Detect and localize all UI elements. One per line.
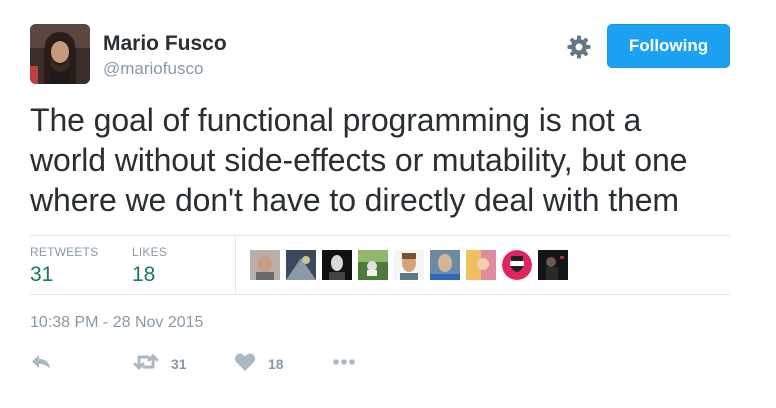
- likes-count: 18: [132, 263, 156, 286]
- author-name[interactable]: Mario Fusco: [103, 32, 227, 56]
- retweet-button[interactable]: 31: [133, 352, 187, 376]
- tweet-text-line: where we don't have to directly deal wit…: [30, 182, 679, 218]
- more-icon: [332, 352, 356, 377]
- heart-icon: [234, 352, 256, 377]
- retweets-stat[interactable]: RETWEETS 31: [30, 245, 98, 287]
- liker-avatar[interactable]: [430, 250, 460, 280]
- tweet-text-line: The goal of functional programming is no…: [30, 102, 642, 138]
- liker-avatar[interactable]: [538, 250, 568, 280]
- liker-avatar[interactable]: [502, 250, 532, 280]
- reply-button[interactable]: [30, 352, 52, 376]
- liker-avatar[interactable]: [394, 250, 424, 280]
- retweets-count: 31: [30, 263, 54, 286]
- likes-label: LIKES: [132, 245, 168, 259]
- retweet-icon: [133, 352, 159, 377]
- likes-stat[interactable]: LIKES 18: [132, 245, 167, 287]
- author-handle[interactable]: @mariofusco: [103, 59, 203, 79]
- liker-avatar[interactable]: [466, 250, 496, 280]
- liker-avatar[interactable]: [250, 250, 280, 280]
- stats-divider: [235, 236, 236, 294]
- like-count: 18: [268, 356, 284, 372]
- like-button[interactable]: 18: [234, 352, 284, 376]
- tweet-stats: RETWEETS 31 LIKES 18: [30, 235, 730, 295]
- retweets-label: RETWEETS: [30, 245, 99, 259]
- tweet-text: The goal of functional programming is no…: [30, 100, 750, 220]
- more-button[interactable]: [332, 352, 356, 376]
- author-avatar[interactable]: [30, 24, 90, 84]
- liker-avatar[interactable]: [322, 250, 352, 280]
- tweet-card: Mario Fusco @mariofusco Following The go…: [0, 0, 776, 408]
- liker-avatar[interactable]: [286, 250, 316, 280]
- liker-avatar[interactable]: [358, 250, 388, 280]
- retweet-count: 31: [171, 356, 187, 372]
- reply-icon: [30, 352, 52, 377]
- following-button[interactable]: Following: [607, 24, 730, 68]
- tweet-timestamp[interactable]: 10:38 PM - 28 Nov 2015: [30, 314, 203, 332]
- tweet-actions: 31 18: [30, 352, 430, 376]
- tweet-text-line: world without side-effects or mutability…: [30, 142, 688, 178]
- gear-icon[interactable]: [566, 34, 592, 60]
